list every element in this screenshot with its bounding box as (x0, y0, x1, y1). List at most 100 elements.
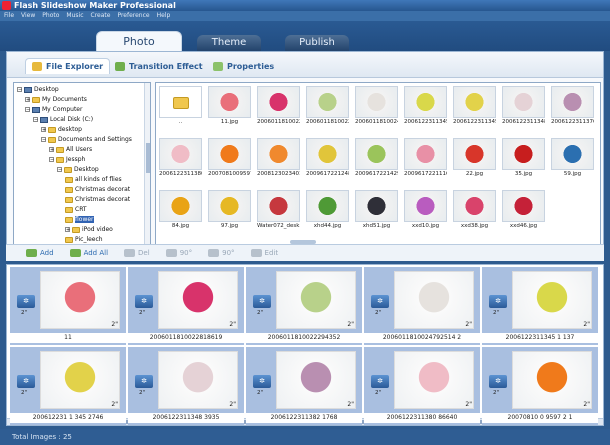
photo-thumbnail[interactable]: 2006122311348... (502, 86, 545, 126)
expand-icon[interactable]: + (65, 227, 70, 233)
photo-thumbnail[interactable]: 2009617221429... (355, 138, 398, 178)
tree-item[interactable]: + All Users (49, 146, 92, 153)
transition-icon[interactable]: ✲ (135, 295, 153, 308)
collapse-icon[interactable]: − (25, 107, 30, 113)
tab-theme[interactable]: Theme (197, 35, 261, 51)
photo-thumbnail[interactable]: 11.jpg (208, 86, 251, 126)
expand-icon[interactable]: + (41, 127, 46, 133)
rotate-right-button[interactable]: 90° (208, 249, 235, 257)
collapse-icon[interactable]: − (17, 87, 22, 93)
transition-icon[interactable]: ✲ (17, 295, 35, 308)
storyboard-slide[interactable]: ✲ 2" 2" 11 (10, 267, 126, 345)
rotate-left-button[interactable]: 90° (165, 249, 192, 257)
photo-thumbnail[interactable]: .. (159, 86, 202, 126)
menu-item-view[interactable]: View (21, 11, 35, 21)
tree-item[interactable]: − Desktop (17, 86, 59, 93)
collapse-icon[interactable]: − (33, 117, 38, 123)
transition-slot[interactable]: ✲ 2" (128, 351, 158, 411)
tree-scroll-thumb[interactable] (146, 143, 150, 173)
photo-thumbnail[interactable]: 2006122311345... (404, 86, 447, 126)
photo-thumbnail[interactable]: 97.jpg (208, 190, 251, 230)
tab-properties[interactable]: Properties (213, 58, 274, 74)
storyboard-slide[interactable]: ✲ 2" 2" 2006122311380 86640 (364, 347, 480, 425)
transition-slot[interactable]: ✲ 2" (10, 351, 40, 411)
expand-icon[interactable]: + (49, 147, 54, 153)
storyboard-slide[interactable]: ✲ 2" 2" 2006122311348 3935 (128, 347, 244, 425)
transition-icon[interactable]: ✲ (371, 375, 389, 388)
tab-publish[interactable]: Publish (285, 35, 349, 51)
transition-icon[interactable]: ✲ (135, 375, 153, 388)
photo-thumbnail[interactable]: 22.jpg (453, 138, 496, 178)
tree-item[interactable]: flower (65, 216, 94, 223)
photo-thumbnail[interactable]: Water072_desk... (257, 190, 300, 230)
tree-item[interactable]: CRT (65, 206, 87, 213)
edit-button[interactable]: Edit (250, 249, 278, 257)
tab-transition-effect[interactable]: Transition Effect (115, 58, 203, 74)
transition-icon[interactable]: ✲ (17, 375, 35, 388)
folder-tree[interactable]: − Desktop + My Documents − My Computer − Local … (13, 82, 151, 257)
photo-thumbnail[interactable]: 2008123023401... (257, 138, 300, 178)
transition-icon[interactable]: ✲ (253, 295, 271, 308)
photo-thumbnail[interactable]: 2006011810024... (355, 86, 398, 126)
storyboard-slide[interactable]: ✲ 2" 2" 2006011810024792514 2 (364, 267, 480, 345)
collapse-icon[interactable]: − (57, 167, 62, 173)
tree-item[interactable]: + My Documents (25, 96, 87, 103)
tree-item[interactable]: − Local Disk (C:) (33, 116, 93, 123)
expand-icon[interactable]: + (25, 97, 30, 103)
tab-file-explorer[interactable]: File Explorer (25, 58, 111, 74)
tree-item[interactable]: + desktop (41, 126, 82, 133)
photo-thumbnail[interactable]: 84.jpg (159, 190, 202, 230)
photo-thumbnail[interactable]: xxd46.jpg (502, 190, 545, 230)
menu-item-help[interactable]: Help (157, 11, 171, 21)
tree-scrollbar[interactable] (144, 83, 150, 256)
photo-thumbnail[interactable]: xhd51.jpg (355, 190, 398, 230)
photo-thumbnail[interactable]: xhd44.jpg (306, 190, 349, 230)
delete-button[interactable]: Del (124, 249, 150, 257)
photo-thumbnail[interactable]: xxd10.jpg (404, 190, 447, 230)
tree-item[interactable]: + iPod video (65, 226, 113, 233)
collapse-icon[interactable]: − (41, 137, 46, 143)
menu-item-create[interactable]: Create (91, 11, 111, 21)
photo-thumbnail[interactable]: xxd38.jpg (453, 190, 496, 230)
storyboard-slide[interactable]: ✲ 2" 2" 2006011810022818619 (128, 267, 244, 345)
transition-icon[interactable]: ✲ (253, 375, 271, 388)
menu-item-preference[interactable]: Preference (117, 11, 149, 21)
photo-thumbnail[interactable]: 2006122311376... (551, 86, 594, 126)
menu-item-photo[interactable]: Photo (42, 11, 59, 21)
photo-thumbnail[interactable]: 2006122311345... (453, 86, 496, 126)
photo-thumbnail[interactable]: 2009617221116... (404, 138, 447, 178)
photo-thumbnail[interactable]: 2006011810022... (306, 86, 349, 126)
tab-photo[interactable]: Photo (96, 31, 182, 51)
storyboard-slide[interactable]: ✲ 2" 2" 20070810 0 9597 2 1 (482, 347, 598, 425)
transition-slot[interactable]: ✲ 2" (364, 351, 394, 411)
photo-thumbnail[interactable]: 2006011810022... (257, 86, 300, 126)
tree-item[interactable]: Pic_leech (65, 236, 103, 243)
transition-slot[interactable]: ✲ 2" (246, 351, 276, 411)
transition-icon[interactable]: ✲ (371, 295, 389, 308)
storyboard-slide[interactable]: ✲ 2" 2" 2006122311382 1768 (246, 347, 362, 425)
transition-icon[interactable]: ✲ (489, 375, 507, 388)
menu-item-file[interactable]: File (4, 11, 14, 21)
transition-icon[interactable]: ✲ (489, 295, 507, 308)
photo-thumbnail[interactable]: 2007081009597... (208, 138, 251, 178)
transition-slot[interactable]: ✲ 2" (128, 271, 158, 331)
tree-item[interactable]: Christmas decorat (65, 196, 130, 203)
tree-item[interactable]: all kinds of flies (65, 176, 122, 183)
transition-slot[interactable]: ✲ 2" (10, 271, 40, 331)
tree-item[interactable]: − Documents and Settings (41, 136, 132, 143)
transition-slot[interactable]: ✲ 2" (246, 271, 276, 331)
add-button[interactable]: Add (26, 249, 54, 257)
menu-item-music[interactable]: Music (66, 11, 83, 21)
tree-item[interactable]: − Desktop (57, 166, 99, 173)
transition-slot[interactable]: ✲ 2" (482, 351, 512, 411)
storyboard-slide[interactable]: ✲ 2" 2" 200612231 1 345 2746 (10, 347, 126, 425)
add-all-button[interactable]: Add All (69, 249, 108, 257)
photo-thumbnail[interactable]: 35.jpg (502, 138, 545, 178)
storyboard-slide[interactable]: ✲ 2" 2" 2006122311345 1 137 (482, 267, 598, 345)
transition-slot[interactable]: ✲ 2" (482, 271, 512, 331)
storyboard-slide[interactable]: ✲ 2" 2" 2006011810022294352 (246, 267, 362, 345)
photo-thumbnail[interactable]: 2006122311380... (159, 138, 202, 178)
tree-item[interactable]: Christmas decorat (65, 186, 130, 193)
transition-slot[interactable]: ✲ 2" (364, 271, 394, 331)
collapse-icon[interactable]: − (49, 157, 54, 163)
